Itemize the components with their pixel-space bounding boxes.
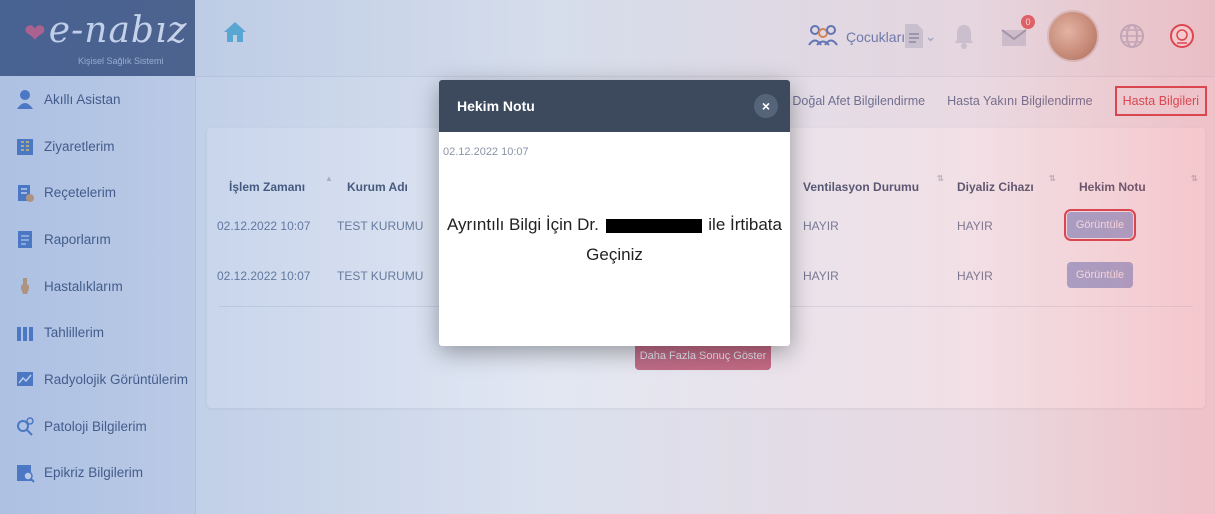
cell-dialysis: HAYIR	[957, 269, 993, 283]
cell-institution: TEST KURUMU	[337, 269, 424, 283]
cell-institution: TEST KURUMU	[337, 219, 424, 233]
cell-ventilation: HAYIR	[803, 269, 839, 283]
bell-icon[interactable]	[947, 19, 981, 53]
logo-text: e-nabız	[48, 10, 188, 51]
column-header-time[interactable]: İşlem Zamanı	[229, 180, 305, 194]
tab-disaster-info[interactable]: Doğal Afet Bilgilendirme	[792, 94, 925, 108]
epicrisis-icon	[14, 462, 36, 484]
top-icons: 0	[897, 10, 1199, 62]
note-text-before: Ayrıntılı Bilgi İçin Dr.	[447, 215, 599, 234]
heart-pulse-icon: ❤	[24, 19, 47, 49]
sidebar-item-label: Patoloji Bilgilerim	[44, 418, 147, 434]
cell-dialysis: HAYIR	[957, 219, 993, 233]
sidebar-item-radyolojik[interactable]: Radyolojik Görüntülerim	[0, 356, 195, 403]
top-header: ❤e-nabız Kişisel Sağlık Sistemi Çocuklar…	[0, 0, 1215, 77]
logo[interactable]: ❤e-nabız Kişisel Sağlık Sistemi	[0, 0, 195, 76]
sidebar-item-patoloji[interactable]: Patoloji Bilgilerim	[0, 403, 195, 450]
tab-relative-info[interactable]: Hasta Yakını Bilgilendirme	[947, 94, 1092, 108]
sidebar-item-label: Akıllı Asistan	[44, 91, 121, 107]
sidebar-item-epikriz[interactable]: Epikriz Bilgilerim	[0, 450, 195, 497]
doctor-note-modal: Hekim Notu × 02.12.2022 10:07 Ayrıntılı …	[439, 80, 790, 346]
redacted-name	[605, 218, 702, 233]
sidebar-item-akilli-asistan[interactable]: Akıllı Asistan	[0, 76, 195, 123]
sort-icon[interactable]: ⇅	[937, 174, 944, 183]
logo-tagline: Kişisel Sağlık Sistemi	[78, 56, 164, 66]
info-tabs: Doğal Afet Bilgilendirme Hasta Yakını Bi…	[792, 86, 1207, 116]
close-icon[interactable]: ×	[754, 94, 778, 118]
column-header-institution[interactable]: Kurum Adı	[347, 180, 408, 194]
view-note-button[interactable]: Görüntüle	[1064, 209, 1136, 241]
disease-icon	[14, 275, 36, 297]
document-icon[interactable]	[897, 19, 931, 53]
hospital-icon	[14, 135, 36, 157]
sidebar-item-label: Raporlarım	[44, 231, 111, 247]
note-text: Ayrıntılı Bilgi İçin Dr. ile İrtibata Ge…	[439, 210, 790, 270]
avatar[interactable]	[1047, 10, 1099, 62]
modal-title: Hekim Notu	[457, 98, 535, 114]
logo-brand: ❤e-nabız	[24, 10, 187, 51]
cell-time: 02.12.2022 10:07	[217, 219, 311, 233]
note-text-line2: Geçiniz	[586, 245, 643, 264]
sidebar-item-label: Ziyaretlerim	[44, 138, 115, 154]
sort-icon[interactable]: ⇅	[1191, 174, 1198, 183]
sidebar-item-label: Radyolojik Görüntülerim	[44, 371, 189, 387]
sidebar-item-tahlillerim[interactable]: Tahlillerim	[0, 309, 195, 356]
sidebar: Akıllı Asistan Ziyaretlerim Reçetelerim …	[0, 76, 196, 514]
view-note-button[interactable]: Görüntüle	[1067, 262, 1133, 288]
note-date: 02.12.2022 10:07	[443, 146, 529, 158]
lab-test-icon	[14, 322, 36, 344]
sort-icon[interactable]: ⇅	[1049, 174, 1056, 183]
sidebar-item-recetelerim[interactable]: Reçetelerim	[0, 169, 195, 216]
sidebar-item-label: Epikriz Bilgilerim	[44, 465, 144, 481]
report-icon	[14, 228, 36, 250]
tab-patient-info[interactable]: Hasta Bilgileri	[1114, 86, 1207, 116]
home-icon[interactable]	[222, 20, 250, 46]
sidebar-item-hastaliklarim[interactable]: Hastalıklarım	[0, 263, 195, 310]
radiology-icon	[14, 368, 36, 390]
column-header-ventilation[interactable]: Ventilasyon Durumu	[803, 180, 919, 194]
sidebar-item-label: Hastalıklarım	[44, 278, 123, 294]
sort-icon[interactable]: ▲	[325, 174, 333, 183]
pathology-icon	[14, 415, 36, 437]
sidebar-item-raporlarim[interactable]: Raporlarım	[0, 216, 195, 263]
mail-icon[interactable]: 0	[997, 15, 1035, 53]
assistant-icon	[14, 88, 36, 110]
modal-header: Hekim Notu ×	[439, 80, 790, 132]
cell-time: 02.12.2022 10:07	[217, 269, 311, 283]
show-more-button[interactable]: Daha Fazla Sonuç Göster	[635, 342, 771, 370]
globe-icon[interactable]	[1115, 19, 1149, 53]
sidebar-item-ziyaretlerim[interactable]: Ziyaretlerim	[0, 123, 195, 170]
prescription-icon	[14, 182, 36, 204]
notification-badge: 0	[1021, 15, 1035, 29]
sidebar-item-label: Reçetelerim	[44, 185, 117, 201]
column-header-dialysis[interactable]: Diyaliz Cihazı	[957, 180, 1034, 194]
children-icon	[808, 24, 838, 49]
ministry-emblem-icon[interactable]	[1165, 19, 1199, 53]
sidebar-item-label: Tahlillerim	[44, 325, 105, 341]
note-text-after: ile İrtibata	[708, 215, 782, 234]
cell-ventilation: HAYIR	[803, 219, 839, 233]
column-header-note[interactable]: Hekim Notu	[1079, 180, 1146, 194]
